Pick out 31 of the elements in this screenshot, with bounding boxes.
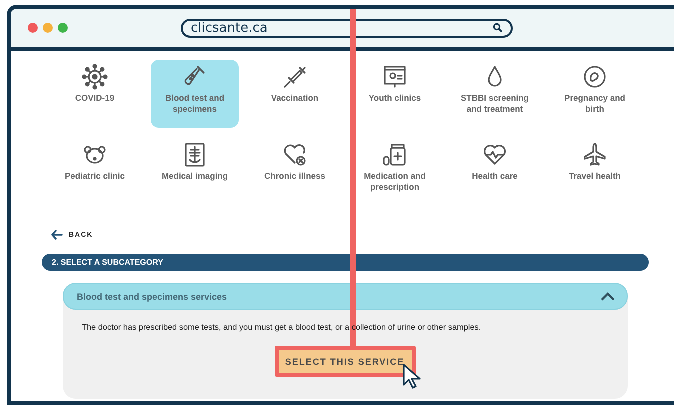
category-tile[interactable]: Youth clinics xyxy=(357,60,433,128)
category-tile[interactable]: Travel health xyxy=(557,138,633,206)
search-icon[interactable] xyxy=(493,23,503,33)
virus-icon xyxy=(82,64,108,90)
airplane-icon xyxy=(582,142,608,168)
section-title: 2. SELECT A SUBCATEGORY xyxy=(52,258,164,267)
category-tile[interactable]: Medical imaging xyxy=(157,138,233,206)
heartbeat-icon xyxy=(482,142,508,168)
category-tile[interactable]: Medication and prescription xyxy=(357,138,433,206)
category-tile[interactable]: Pediatric clinic xyxy=(57,138,133,206)
x-ray-icon xyxy=(182,142,208,168)
address-bar[interactable]: clicsante.ca xyxy=(181,18,513,38)
category-tile[interactable]: Health care xyxy=(457,138,533,206)
syringe-icon xyxy=(282,64,308,90)
category-tile[interactable]: STBBI screening and treatment xyxy=(457,60,533,128)
minimize-dot[interactable] xyxy=(43,23,53,33)
address-text: clicsante.ca xyxy=(191,20,268,36)
back-arrow-icon xyxy=(51,230,63,240)
heart-icon xyxy=(282,142,308,168)
category-tile[interactable]: Vaccination xyxy=(257,60,333,128)
cursor-icon xyxy=(403,364,421,389)
pill-bottle-icon xyxy=(382,142,408,168)
select-service-button[interactable]: SELECT THIS SERVICE xyxy=(274,346,416,377)
category-tile[interactable]: Chronic illness xyxy=(257,138,333,206)
category-tile[interactable]: Pregnancy and birth xyxy=(557,60,633,128)
close-dot[interactable] xyxy=(28,23,38,33)
category-tile[interactable]: Blood test and specimens xyxy=(151,60,239,128)
accordion-header[interactable]: Blood test and specimens services xyxy=(63,283,628,310)
category-tile[interactable]: COVID-19 xyxy=(57,60,133,128)
maximize-dot[interactable] xyxy=(58,23,68,33)
screen-icon xyxy=(382,64,408,90)
